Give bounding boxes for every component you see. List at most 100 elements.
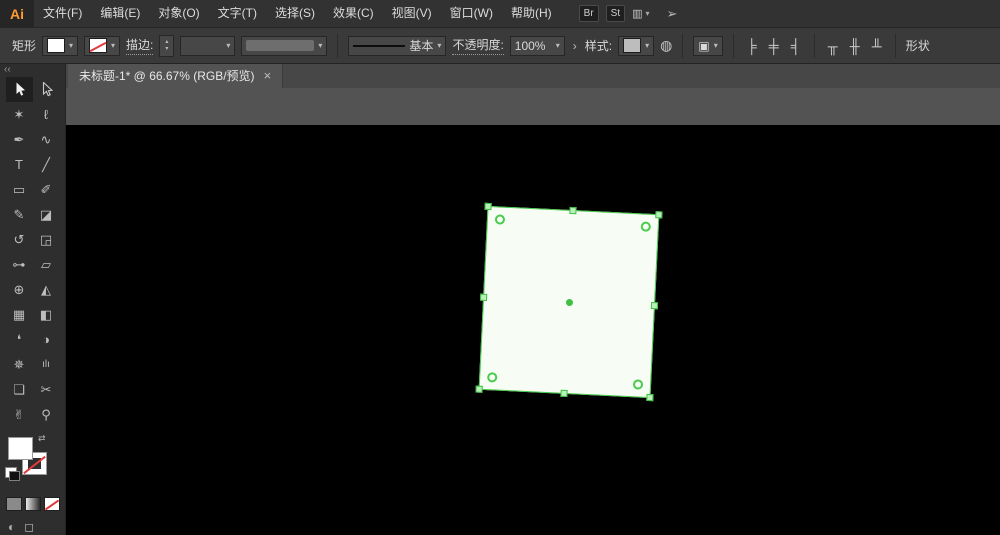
drawing-modes-icon[interactable]: ◐ — [8, 520, 15, 534]
divider — [337, 33, 339, 58]
pen-tool[interactable]: ✒ — [6, 127, 33, 152]
gradient-tool[interactable]: ◧ — [33, 302, 60, 327]
paint-mode-row — [6, 497, 65, 511]
direct-selection-tool[interactable] — [33, 77, 60, 102]
selection-handle-top-left[interactable] — [484, 202, 492, 211]
menu-select[interactable]: 选择(S) — [266, 0, 324, 27]
magic-wand-tool[interactable]: ✶ — [6, 102, 33, 127]
close-icon[interactable]: × — [264, 68, 272, 83]
blend-tool[interactable]: ◑ — [33, 327, 60, 352]
menu-window[interactable]: 窗口(W) — [441, 0, 502, 27]
menubar-right-cluster: Br St ▥ ▾ ➢ — [578, 5, 678, 22]
screen-mode-icon[interactable]: ◻ — [24, 520, 34, 534]
fill-swatch-button[interactable] — [8, 437, 33, 460]
stepper-down-icon[interactable]: ▾ — [165, 46, 168, 53]
center-point[interactable] — [565, 298, 573, 306]
stepper-up-icon[interactable]: ▴ — [165, 39, 168, 46]
menu-bar: Ai 文件(F) 编辑(E) 对象(O) 文字(T) 选择(S) 效果(C) 视… — [0, 0, 1000, 27]
symbol-sprayer-tool[interactable]: ✵ — [6, 352, 33, 377]
align-horizontal-left-icon[interactable]: ╞ — [744, 38, 760, 54]
toolbar-collapse[interactable]: ‹‹ — [0, 62, 65, 77]
align-horizontal-right-icon[interactable]: ╡ — [788, 38, 804, 54]
stroke-color-dropdown[interactable]: ▾ — [84, 35, 121, 56]
selection-tool[interactable] — [5, 77, 33, 102]
selection-handle-middle-left[interactable] — [479, 293, 488, 301]
stroke-label[interactable]: 描边: — [126, 36, 154, 55]
align-vertical-bottom-icon[interactable]: ╨ — [869, 38, 885, 54]
opacity-label[interactable]: 不透明度: — [452, 36, 504, 55]
align-vertical-center-icon[interactable]: ╫ — [847, 38, 863, 54]
menu-file[interactable]: 文件(F) — [34, 0, 91, 27]
eyedropper-tool[interactable]: ❛ — [6, 327, 33, 352]
align-horizontal-center-icon[interactable]: ╪ — [766, 38, 782, 54]
menu-help[interactable]: 帮助(H) — [502, 0, 561, 27]
menu-edit[interactable]: 编辑(E) — [91, 0, 149, 27]
color-mode-button[interactable] — [6, 497, 22, 511]
line-segment-tool[interactable]: ╱ — [33, 152, 60, 177]
artboard-canvas[interactable] — [65, 88, 1000, 535]
recolor-artwork-icon[interactable]: ◍ — [660, 37, 672, 54]
curvature-tool[interactable]: ∿ — [33, 127, 60, 152]
scale-tool[interactable]: ◲ — [33, 227, 60, 252]
brush-definition-dropdown[interactable]: ▾ — [241, 35, 328, 56]
opacity-dropdown[interactable]: 100% ▾ — [509, 35, 565, 56]
gradient-mode-button[interactable] — [25, 497, 41, 511]
pencil-tool[interactable]: ✎ — [6, 202, 33, 227]
menu-effect[interactable]: 效果(C) — [324, 0, 383, 27]
opacity-panel-chevron[interactable]: › — [571, 39, 579, 53]
width-profile-value: 基本 — [409, 39, 434, 53]
type-tool[interactable]: T — [6, 152, 33, 177]
slice-tool[interactable]: ✂ — [33, 377, 60, 402]
swap-fill-stroke-icon[interactable]: ⇄ — [38, 433, 46, 444]
mesh-tool[interactable]: ▦ — [6, 302, 33, 327]
share-icon[interactable]: ➢ — [667, 6, 678, 22]
stock-button[interactable]: St — [605, 5, 626, 22]
chevron-down-icon: ▾ — [226, 41, 231, 50]
column-graph-tool[interactable]: ılı — [33, 352, 60, 377]
corner-widget-bottom-left[interactable] — [486, 372, 498, 383]
toolbar-bottom-row: ◐ ◻ — [8, 520, 65, 534]
none-mode-button[interactable] — [44, 497, 60, 511]
zoom-tool[interactable]: ⚲ — [33, 402, 60, 427]
lasso-tool[interactable]: ℓ — [33, 102, 60, 127]
menu-view[interactable]: 视图(V) — [383, 0, 441, 27]
corner-widget-top-left[interactable] — [494, 214, 506, 225]
fill-color-dropdown[interactable]: ▾ — [42, 35, 79, 56]
selection-handle-bottom-left[interactable] — [475, 385, 483, 393]
selection-handle-bottom-center[interactable] — [560, 389, 568, 398]
selection-handle-top-right[interactable] — [655, 211, 663, 219]
selection-handle-middle-right[interactable] — [650, 302, 659, 310]
variable-width-profile-dropdown[interactable]: 基本 ▾ — [348, 35, 447, 56]
document-tab[interactable]: 未标题-1* @ 66.67% (RGB/预览) × — [68, 62, 284, 88]
chevron-down-icon: ▾ — [318, 41, 323, 50]
corner-widget-bottom-right[interactable] — [632, 379, 644, 390]
style-dropdown[interactable]: ▾ — [618, 35, 655, 56]
pasteboard[interactable] — [65, 88, 1000, 125]
selected-rectangle[interactable] — [475, 202, 663, 402]
selection-handle-top-center[interactable] — [569, 206, 577, 215]
transform-menu[interactable]: ▣ ▾ — [693, 35, 723, 56]
workspace-switcher[interactable]: ▥ ▾ — [632, 7, 649, 20]
shape-builder-tool[interactable]: ⊕ — [6, 277, 33, 302]
eraser-tool[interactable]: ◪ — [33, 202, 60, 227]
width-tool[interactable]: ⊶ — [6, 252, 33, 277]
width-profile-preview — [353, 44, 406, 47]
rectangle-tool[interactable]: ▭ — [6, 177, 33, 202]
default-fill-stroke-icon[interactable] — [5, 467, 20, 481]
rotate-tool[interactable]: ↺ — [6, 227, 33, 252]
stroke-width-dropdown[interactable]: ▾ — [180, 35, 236, 56]
free-transform-tool[interactable]: ▱ — [33, 252, 60, 277]
menu-object[interactable]: 对象(O) — [149, 0, 208, 27]
artboard-tool[interactable]: ❏ — [6, 377, 33, 402]
bridge-button[interactable]: Br — [578, 5, 599, 22]
stroke-width-stepper[interactable]: ▴ ▾ — [159, 34, 175, 57]
align-vertical-top-icon[interactable]: ╥ — [825, 38, 841, 54]
menu-type[interactable]: 文字(T) — [209, 0, 266, 27]
style-swatch — [623, 38, 642, 53]
perspective-grid-tool[interactable]: ◭ — [33, 277, 60, 302]
paintbrush-tool[interactable]: ✐ — [33, 177, 60, 202]
corner-widget-top-right[interactable] — [640, 221, 652, 232]
divider — [813, 33, 815, 58]
hand-tool[interactable]: ✌ — [6, 402, 33, 427]
selection-handle-bottom-right[interactable] — [646, 393, 654, 402]
